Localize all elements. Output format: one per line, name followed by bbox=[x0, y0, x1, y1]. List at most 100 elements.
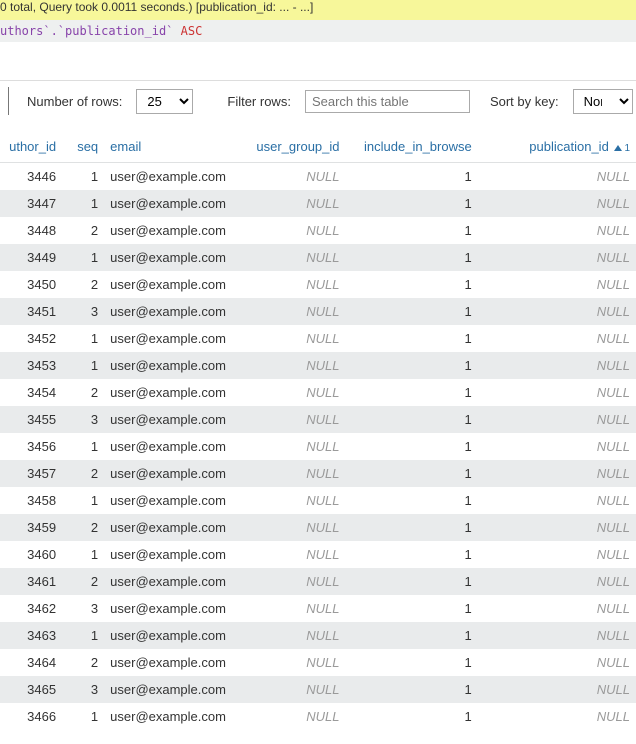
cell-seq: 1 bbox=[62, 541, 104, 568]
table-row[interactable]: 34513user@example.comNULL1NULL bbox=[0, 298, 636, 325]
cell-author_id: 3457 bbox=[0, 460, 62, 487]
table-controls: Number of rows: 25 Filter rows: Sort by … bbox=[0, 80, 636, 131]
table-row[interactable]: 34653user@example.comNULL1NULL bbox=[0, 676, 636, 703]
cell-include_in_browse: 1 bbox=[346, 676, 478, 703]
table-row[interactable]: 34491user@example.comNULL1NULL bbox=[0, 244, 636, 271]
cell-seq: 2 bbox=[62, 217, 104, 244]
controls-divider bbox=[8, 87, 9, 115]
cell-author_id: 3450 bbox=[0, 271, 62, 298]
table-row[interactable]: 34531user@example.comNULL1NULL bbox=[0, 352, 636, 379]
cell-include_in_browse: 1 bbox=[346, 568, 478, 595]
table-header-row: uthor_idseqemailuser_group_idinclude_in_… bbox=[0, 131, 636, 163]
table-row[interactable]: 34542user@example.comNULL1NULL bbox=[0, 379, 636, 406]
cell-email: user@example.com bbox=[104, 460, 240, 487]
table-row[interactable]: 34561user@example.comNULL1NULL bbox=[0, 433, 636, 460]
cell-user_group_id: NULL bbox=[240, 541, 345, 568]
cell-author_id: 3454 bbox=[0, 379, 62, 406]
cell-user_group_id: NULL bbox=[240, 352, 345, 379]
sql-keyword: ASC bbox=[181, 24, 203, 38]
cell-seq: 3 bbox=[62, 298, 104, 325]
cell-author_id: 3446 bbox=[0, 163, 62, 191]
cell-user_group_id: NULL bbox=[240, 676, 345, 703]
cell-seq: 2 bbox=[62, 514, 104, 541]
table-row[interactable]: 34461user@example.comNULL1NULL bbox=[0, 163, 636, 191]
table-row[interactable]: 34581user@example.comNULL1NULL bbox=[0, 487, 636, 514]
cell-publication_id: NULL bbox=[478, 244, 636, 271]
cell-email: user@example.com bbox=[104, 379, 240, 406]
cell-publication_id: NULL bbox=[478, 406, 636, 433]
cell-seq: 2 bbox=[62, 460, 104, 487]
cell-email: user@example.com bbox=[104, 433, 240, 460]
cell-user_group_id: NULL bbox=[240, 406, 345, 433]
cell-seq: 2 bbox=[62, 379, 104, 406]
cell-seq: 1 bbox=[62, 325, 104, 352]
table-row[interactable]: 34502user@example.comNULL1NULL bbox=[0, 271, 636, 298]
column-header[interactable]: uthor_id bbox=[0, 131, 62, 163]
filter-input[interactable] bbox=[305, 90, 470, 113]
cell-publication_id: NULL bbox=[478, 622, 636, 649]
cell-user_group_id: NULL bbox=[240, 433, 345, 460]
cell-seq: 1 bbox=[62, 244, 104, 271]
table-row[interactable]: 34642user@example.comNULL1NULL bbox=[0, 649, 636, 676]
table-row[interactable]: 34661user@example.comNULL1NULL bbox=[0, 703, 636, 730]
cell-seq: 2 bbox=[62, 568, 104, 595]
table-body: 34461user@example.comNULL1NULL34471user@… bbox=[0, 163, 636, 731]
table-row[interactable]: 34471user@example.comNULL1NULL bbox=[0, 190, 636, 217]
column-header[interactable]: user_group_id bbox=[240, 131, 345, 163]
cell-email: user@example.com bbox=[104, 487, 240, 514]
cell-publication_id: NULL bbox=[478, 325, 636, 352]
cell-email: user@example.com bbox=[104, 541, 240, 568]
table-row[interactable]: 34521user@example.comNULL1NULL bbox=[0, 325, 636, 352]
sort-select[interactable]: None bbox=[573, 89, 633, 114]
cell-publication_id: NULL bbox=[478, 298, 636, 325]
column-header[interactable]: include_in_browse bbox=[346, 131, 478, 163]
cell-author_id: 3460 bbox=[0, 541, 62, 568]
cell-include_in_browse: 1 bbox=[346, 217, 478, 244]
cell-publication_id: NULL bbox=[478, 514, 636, 541]
column-header[interactable]: email bbox=[104, 131, 240, 163]
cell-publication_id: NULL bbox=[478, 568, 636, 595]
result-banner: 0 total, Query took 0.0011 seconds.) [pu… bbox=[0, 0, 636, 20]
table-row[interactable]: 34592user@example.comNULL1NULL bbox=[0, 514, 636, 541]
cell-author_id: 3447 bbox=[0, 190, 62, 217]
cell-author_id: 3458 bbox=[0, 487, 62, 514]
cell-user_group_id: NULL bbox=[240, 487, 345, 514]
column-header[interactable]: publication_id 1 bbox=[478, 131, 636, 163]
table-row[interactable]: 34553user@example.comNULL1NULL bbox=[0, 406, 636, 433]
table-row[interactable]: 34572user@example.comNULL1NULL bbox=[0, 460, 636, 487]
cell-include_in_browse: 1 bbox=[346, 163, 478, 191]
cell-user_group_id: NULL bbox=[240, 244, 345, 271]
cell-publication_id: NULL bbox=[478, 190, 636, 217]
cell-email: user@example.com bbox=[104, 622, 240, 649]
cell-publication_id: NULL bbox=[478, 487, 636, 514]
cell-include_in_browse: 1 bbox=[346, 271, 478, 298]
column-header[interactable]: seq bbox=[62, 131, 104, 163]
cell-user_group_id: NULL bbox=[240, 298, 345, 325]
cell-author_id: 3461 bbox=[0, 568, 62, 595]
cell-author_id: 3453 bbox=[0, 352, 62, 379]
cell-include_in_browse: 1 bbox=[346, 325, 478, 352]
rows-select[interactable]: 25 bbox=[136, 89, 193, 114]
table-row[interactable]: 34623user@example.comNULL1NULL bbox=[0, 595, 636, 622]
sql-identifier: uthors`.`publication_id` bbox=[0, 24, 173, 38]
cell-include_in_browse: 1 bbox=[346, 298, 478, 325]
cell-user_group_id: NULL bbox=[240, 460, 345, 487]
cell-include_in_browse: 1 bbox=[346, 703, 478, 730]
cell-include_in_browse: 1 bbox=[346, 433, 478, 460]
cell-user_group_id: NULL bbox=[240, 649, 345, 676]
cell-author_id: 3451 bbox=[0, 298, 62, 325]
cell-author_id: 3463 bbox=[0, 622, 62, 649]
table-row[interactable]: 34631user@example.comNULL1NULL bbox=[0, 622, 636, 649]
cell-seq: 1 bbox=[62, 487, 104, 514]
cell-email: user@example.com bbox=[104, 676, 240, 703]
table-row[interactable]: 34601user@example.comNULL1NULL bbox=[0, 541, 636, 568]
table-row[interactable]: 34612user@example.comNULL1NULL bbox=[0, 568, 636, 595]
cell-include_in_browse: 1 bbox=[346, 244, 478, 271]
table-row[interactable]: 34482user@example.comNULL1NULL bbox=[0, 217, 636, 244]
cell-email: user@example.com bbox=[104, 649, 240, 676]
cell-author_id: 3455 bbox=[0, 406, 62, 433]
cell-include_in_browse: 1 bbox=[346, 622, 478, 649]
cell-publication_id: NULL bbox=[478, 433, 636, 460]
banner-text: 0 total, Query took 0.0011 seconds.) [pu… bbox=[0, 0, 313, 14]
rows-label: Number of rows: bbox=[27, 94, 122, 109]
